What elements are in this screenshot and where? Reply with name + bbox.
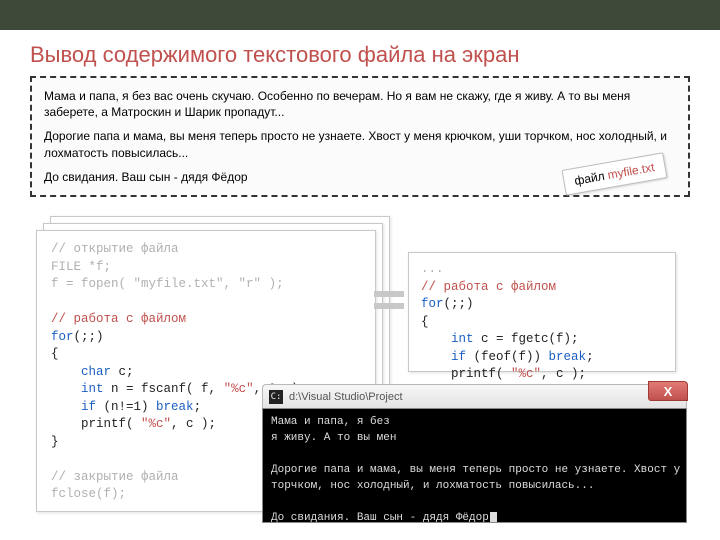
cmd-icon: C: — [269, 390, 283, 404]
code-right: ... // работа с файлом for(;;) { int c =… — [408, 252, 676, 372]
top-bar — [0, 0, 720, 30]
console-titlebar[interactable]: C: d:\Visual Studio\Project X — [262, 384, 687, 408]
letter-box: Мама и папа, я без вас очень скучаю. Осо… — [30, 76, 690, 197]
console-window: C: d:\Visual Studio\Project X Мама и пап… — [262, 384, 687, 524]
console-body: Мама и папа, я без я живу. А то вы мен Д… — [262, 408, 687, 523]
console-path: d:\Visual Studio\Project — [289, 391, 403, 403]
letter-p2: Дорогие папа и мама, вы меня теперь прос… — [44, 128, 676, 160]
letter-p1: Мама и папа, я без вас очень скучаю. Осо… — [44, 88, 676, 120]
close-button[interactable]: X — [648, 381, 688, 401]
equals-icon — [374, 291, 404, 313]
slide-title: Вывод содержимого текстового файла на эк… — [0, 30, 720, 76]
file-name: myfile.txt — [607, 160, 656, 182]
cursor-icon — [490, 512, 497, 523]
